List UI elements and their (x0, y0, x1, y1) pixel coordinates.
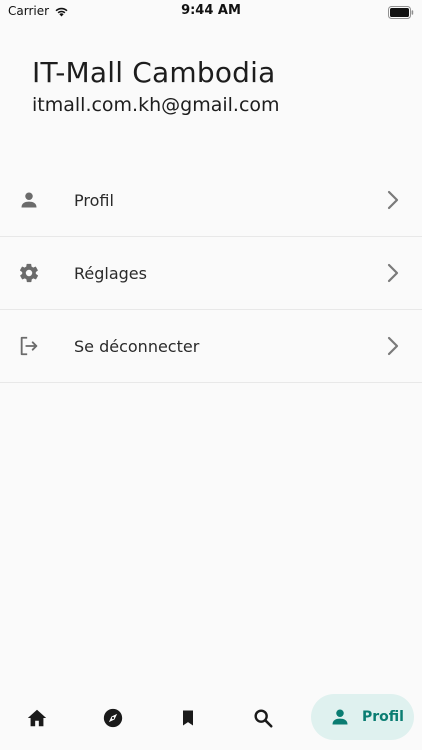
bookmark-icon (183, 710, 193, 726)
status-time: 9:44 AM (181, 3, 241, 18)
gear-icon (18, 262, 40, 284)
status-bar: Carrier 9:44 AM (0, 0, 422, 22)
person-icon (329, 706, 351, 728)
menu-item-profil[interactable]: Profil (0, 164, 422, 237)
menu-item-reglages[interactable]: Réglages (0, 237, 422, 310)
nav-home-button[interactable] (15, 696, 59, 740)
nav-profile-button[interactable]: Profil (311, 694, 414, 740)
chevron-right-icon (386, 189, 400, 211)
bottom-nav: Profil (0, 688, 422, 750)
account-email: itmall.com.kh@gmail.com (32, 94, 280, 116)
chevron-right-icon (386, 262, 400, 284)
nav-search-button[interactable] (241, 696, 285, 740)
profile-screen: Carrier 9:44 AM IT-Mall Cambodia itmall.… (0, 0, 422, 750)
page-title: IT-Mall Cambodia (32, 56, 276, 89)
settings-menu: Profil Réglages Se déconnecter (0, 164, 422, 383)
battery-icon (388, 4, 414, 23)
chevron-right-icon (386, 335, 400, 357)
nav-profile-label: Profil (362, 709, 404, 725)
compass-icon (103, 708, 123, 728)
menu-item-label: Profil (74, 190, 114, 210)
home-icon (27, 709, 47, 727)
logout-icon (18, 335, 40, 357)
search-icon (254, 709, 273, 728)
profile-header: IT-Mall Cambodia itmall.com.kh@gmail.com (32, 55, 280, 118)
menu-item-label: Réglages (74, 263, 147, 283)
nav-explore-button[interactable] (91, 696, 135, 740)
menu-item-logout[interactable]: Se déconnecter (0, 310, 422, 383)
menu-item-label: Se déconnecter (74, 336, 200, 356)
person-icon (18, 189, 40, 211)
nav-bookmarks-button[interactable] (166, 696, 210, 740)
